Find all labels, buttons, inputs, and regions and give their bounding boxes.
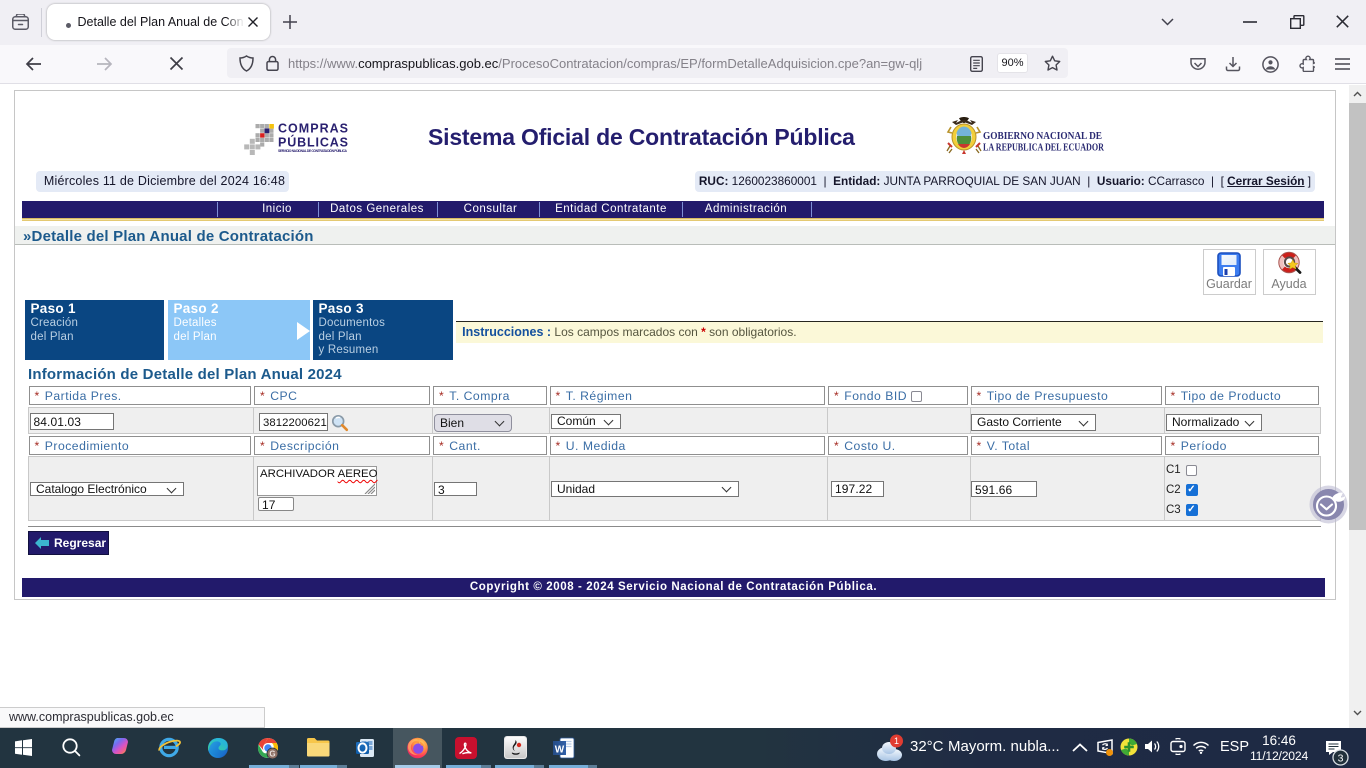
svg-text:COMPRAS: COMPRAS xyxy=(278,122,348,136)
svg-text:W: W xyxy=(555,745,565,756)
svg-text:3: 3 xyxy=(1338,752,1344,764)
svg-text:1: 1 xyxy=(894,736,899,746)
svg-text:GOBIERNO NACIONAL DE: GOBIERNO NACIONAL DE xyxy=(983,130,1102,142)
svg-text:G: G xyxy=(269,749,275,758)
svg-text:PÚBLICAS: PÚBLICAS xyxy=(278,135,348,150)
svg-text:SERVICIO NACIONAL DE CONTRATAC: SERVICIO NACIONAL DE CONTRATACIÓN PÚBLIC… xyxy=(278,148,348,153)
svg-text:LA REPUBLICA DEL ECUADOR: LA REPUBLICA DEL ECUADOR xyxy=(983,142,1104,154)
